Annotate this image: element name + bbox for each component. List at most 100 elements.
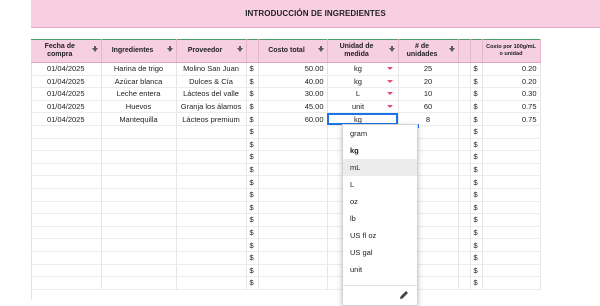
cell-currency[interactable]: $	[470, 87, 483, 101]
cell-currency[interactable]: $	[246, 138, 259, 152]
cell-costo-por[interactable]: 0.30	[482, 87, 541, 101]
cell-currency[interactable]: $	[470, 62, 483, 76]
pencil-icon[interactable]	[399, 290, 409, 300]
cell-proveedor[interactable]	[176, 125, 247, 139]
cell-ingrediente[interactable]	[101, 175, 177, 189]
dropdown-arrow-icon[interactable]	[386, 67, 393, 70]
cell-currency[interactable]: $	[470, 264, 483, 278]
filter-icon[interactable]	[448, 46, 455, 52]
cell-currency[interactable]: $	[246, 276, 259, 290]
cell-empty[interactable]	[458, 75, 471, 89]
dropdown-arrow-icon[interactable]	[386, 104, 393, 108]
cell-fecha[interactable]	[31, 138, 102, 152]
cell-costo-total[interactable]	[258, 125, 328, 139]
cell-ingrediente[interactable]	[101, 138, 177, 152]
cell-costo-total[interactable]	[258, 226, 328, 240]
cell-costo-total[interactable]	[258, 188, 328, 202]
unit-option[interactable]: L	[343, 176, 417, 193]
cell-costo-total[interactable]	[258, 213, 328, 227]
cell-costo-por[interactable]	[482, 238, 541, 252]
cell-fecha[interactable]	[31, 238, 102, 252]
header-ingredientes[interactable]: Ingredientes	[101, 39, 177, 63]
unit-option[interactable]: unit	[343, 261, 417, 278]
cell-costo-total[interactable]	[258, 163, 328, 177]
unit-option[interactable]: US fl oz	[343, 227, 417, 244]
cell-currency[interactable]: $	[246, 175, 259, 189]
cell-costo-total[interactable]: 30.00	[258, 87, 328, 101]
cell-currency[interactable]: $	[246, 264, 259, 278]
filter-icon[interactable]	[166, 46, 173, 52]
cell-ingrediente[interactable]: Azúcar blanca	[101, 75, 177, 89]
cell-proveedor[interactable]	[176, 150, 247, 164]
unit-option[interactable]: lb	[343, 210, 417, 227]
cell-currency[interactable]: $	[246, 163, 259, 177]
filter-icon[interactable]	[91, 46, 98, 52]
cell-costo-total[interactable]	[258, 264, 328, 278]
dropdown-arrow-icon[interactable]	[386, 79, 393, 83]
cell-currency[interactable]: $	[246, 201, 259, 215]
cell-costo-por[interactable]	[482, 175, 541, 189]
cell-costo-total[interactable]	[258, 251, 328, 265]
cell-costo-por[interactable]	[482, 276, 541, 290]
cell-ingrediente[interactable]	[101, 213, 177, 227]
cell-costo-por[interactable]	[482, 163, 541, 177]
cell-empty[interactable]	[458, 100, 471, 114]
cell-costo-por[interactable]: 0.20	[482, 75, 541, 89]
header-costo-total[interactable]: Costo total	[258, 39, 328, 63]
cell-ingrediente[interactable]	[101, 251, 177, 265]
unit-option[interactable]: gram	[343, 125, 417, 142]
cell-empty[interactable]	[458, 125, 471, 139]
filter-icon[interactable]	[317, 46, 324, 52]
cell-currency[interactable]: $	[470, 100, 483, 114]
cell-currency[interactable]: $	[470, 251, 483, 265]
cell-proveedor[interactable]	[176, 138, 247, 152]
cell-currency[interactable]: $	[470, 201, 483, 215]
cell-costo-por[interactable]	[482, 125, 541, 139]
cell-fecha[interactable]: 01/04/2025	[31, 87, 102, 101]
cell-proveedor[interactable]: Lácteos premium	[176, 112, 247, 126]
unit-option-selected[interactable]: kg	[343, 142, 417, 159]
filter-icon[interactable]	[388, 46, 395, 52]
cell-costo-total[interactable]	[258, 201, 328, 215]
cell-num-unidades[interactable]: 25	[398, 62, 459, 76]
cell-costo-total[interactable]	[258, 238, 328, 252]
cell-empty[interactable]	[458, 276, 471, 290]
cell-proveedor[interactable]	[176, 213, 247, 227]
cell-costo-total[interactable]	[258, 138, 328, 152]
cell-num-unidades[interactable]: 20	[398, 75, 459, 89]
cell-fecha[interactable]	[31, 125, 102, 139]
cell-empty[interactable]	[458, 201, 471, 215]
cell-ingrediente[interactable]	[101, 226, 177, 240]
cell-currency[interactable]: $	[470, 175, 483, 189]
cell-ingrediente[interactable]	[101, 238, 177, 252]
cell-ingrediente[interactable]: Huevos	[101, 100, 177, 114]
cell-empty[interactable]	[458, 163, 471, 177]
cell-ingrediente[interactable]: Mantequilla	[101, 112, 177, 126]
cell-proveedor[interactable]	[176, 251, 247, 265]
cell-costo-total[interactable]: 45.00	[258, 100, 328, 114]
cell-costo-total[interactable]: 60.00	[258, 112, 328, 126]
cell-fecha[interactable]: 01/04/2025	[31, 62, 102, 76]
cell-empty[interactable]	[458, 175, 471, 189]
cell-fecha[interactable]	[31, 264, 102, 278]
cell-proveedor[interactable]	[176, 238, 247, 252]
header-fecha[interactable]: Fecha de compra	[31, 39, 102, 63]
cell-costo-por[interactable]: 0.75	[482, 100, 541, 114]
cell-empty[interactable]	[458, 264, 471, 278]
cell-ingrediente[interactable]	[101, 201, 177, 215]
cell-currency[interactable]: $	[470, 188, 483, 202]
cell-costo-por[interactable]	[482, 226, 541, 240]
cell-currency[interactable]: $	[470, 75, 483, 89]
unit-option-highlighted[interactable]: mL	[343, 159, 417, 176]
cell-empty[interactable]	[458, 112, 471, 126]
cell-currency[interactable]: $	[246, 238, 259, 252]
cell-proveedor[interactable]	[176, 201, 247, 215]
header-proveedor[interactable]: Proveedor	[176, 39, 247, 63]
cell-costo-por[interactable]: 0.20	[482, 62, 541, 76]
dropdown-arrow-icon[interactable]	[386, 92, 393, 96]
unit-option[interactable]: US gal	[343, 244, 417, 261]
cell-fecha[interactable]: 01/04/2025	[31, 112, 102, 126]
cell-empty[interactable]	[458, 87, 471, 101]
cell-currency[interactable]: $	[470, 226, 483, 240]
cell-fecha[interactable]: 01/04/2025	[31, 100, 102, 114]
